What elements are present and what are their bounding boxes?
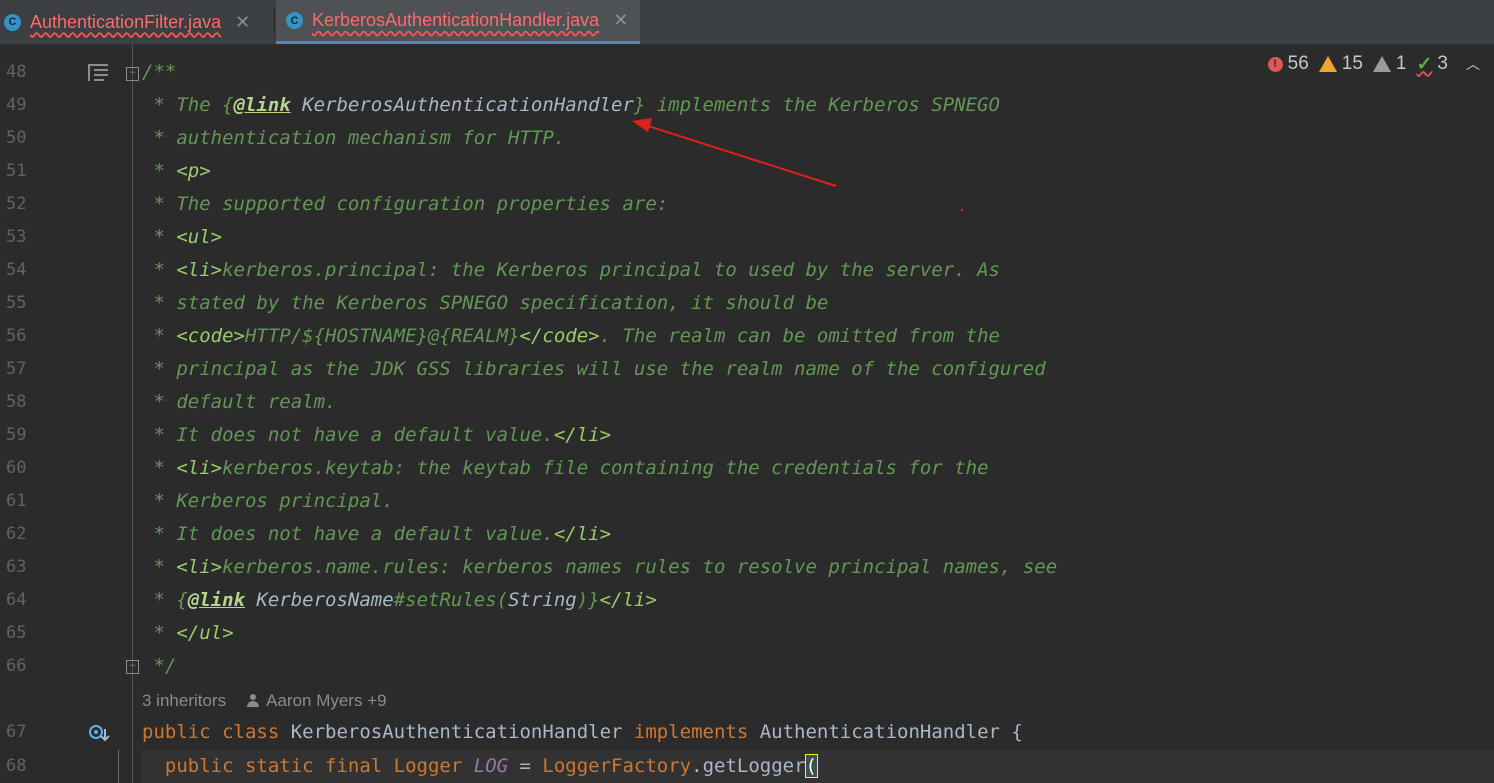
- line-number: 51: [6, 161, 27, 181]
- code-line-49[interactable]: * The {@link KerberosAuthenticationHandl…: [142, 89, 1000, 122]
- code-line-67[interactable]: public class KerberosAuthenticationHandl…: [142, 716, 1023, 749]
- inspections-widget[interactable]: ! 56 15 1 ✓ 3 ︿: [1267, 52, 1480, 76]
- warning-icon: [1318, 56, 1337, 72]
- line-number: 50: [6, 128, 27, 148]
- weak-warning-icon: [1372, 56, 1391, 72]
- fold-end-icon[interactable]: −: [126, 660, 139, 674]
- line-number: 52: [6, 194, 27, 214]
- close-icon[interactable]: ✕: [235, 12, 250, 33]
- tab-authentication-filter[interactable]: C AuthenticationFilter.java ✕: [4, 0, 250, 44]
- line-number: 49: [6, 95, 27, 115]
- line-number: 61: [6, 491, 27, 511]
- code-line-62[interactable]: * It does not have a default value.</li>: [142, 518, 611, 551]
- line-number: 62: [6, 524, 27, 544]
- warning-count[interactable]: 15: [1318, 53, 1363, 75]
- code-line-57[interactable]: * principal as the JDK GSS libraries wil…: [142, 353, 1045, 386]
- reader-mode-icon[interactable]: [88, 62, 108, 82]
- code-line-58[interactable]: * default realm.: [142, 386, 336, 419]
- check-icon: ✓: [1416, 53, 1433, 75]
- line-number: 65: [6, 623, 27, 643]
- code-line-66[interactable]: */: [142, 650, 176, 683]
- chevron-up-icon[interactable]: ︿: [1466, 54, 1480, 74]
- tab-label: KerberosAuthenticationHandler.java: [312, 10, 600, 30]
- ide-window: C AuthenticationFilter.java ✕ C Kerberos…: [0, 0, 1494, 783]
- line-number: 53: [6, 227, 27, 247]
- code-line-65[interactable]: * </ul>: [142, 617, 233, 650]
- line-number: 67: [6, 722, 27, 742]
- tab-label: AuthenticationFilter.java: [30, 11, 222, 32]
- line-number: 63: [6, 557, 27, 577]
- code-line-64[interactable]: * {@link KerberosName#setRules(String)}<…: [142, 584, 656, 617]
- line-number: 68: [6, 756, 27, 776]
- code-line-50[interactable]: * authentication mechanism for HTTP.: [142, 122, 565, 155]
- line-number: 56: [6, 326, 27, 346]
- code-line-56[interactable]: * <code>HTTP/${HOSTNAME}@{REALM}</code>.…: [142, 320, 1000, 353]
- code-line-63[interactable]: * <li>kerberos.name.rules: kerberos name…: [142, 551, 1057, 584]
- line-number: 58: [6, 392, 27, 412]
- java-class-icon: C: [286, 12, 303, 29]
- code-line-48[interactable]: /**: [142, 56, 176, 89]
- implementation-marker-icon[interactable]: [88, 723, 110, 745]
- java-class-icon: C: [4, 13, 21, 31]
- code-line-68[interactable]: public static final Logger LOG = LoggerF…: [142, 750, 819, 783]
- indent-guide: [118, 750, 119, 783]
- editor-tab-bar: C AuthenticationFilter.java ✕ C Kerberos…: [0, 0, 1494, 45]
- line-number: 48: [6, 62, 27, 82]
- line-number: 55: [6, 293, 27, 313]
- code-line-59[interactable]: * It does not have a default value.</li>: [142, 419, 611, 452]
- error-count[interactable]: ! 56: [1267, 53, 1309, 75]
- line-number: 66: [6, 656, 27, 676]
- code-line-55[interactable]: * stated by the Kerberos SPNEGO specific…: [142, 287, 828, 320]
- inheritors-link[interactable]: 3 inheritors: [142, 687, 226, 715]
- line-number: 60: [6, 458, 27, 478]
- code-line-54[interactable]: * <li>kerberos.principal: the Kerberos p…: [142, 254, 1000, 287]
- line-number: 57: [6, 359, 27, 379]
- weak-warning-count[interactable]: 1: [1372, 53, 1407, 75]
- tab-kerberos-authentication-handler[interactable]: C KerberosAuthenticationHandler.java ✕: [276, 0, 641, 44]
- code-line-52[interactable]: * The supported configuration properties…: [142, 188, 668, 221]
- error-icon: !: [1267, 56, 1283, 72]
- code-vision-hint[interactable]: 3 inheritors Aaron Myers +9: [142, 687, 387, 715]
- typo-count[interactable]: ✓ 3: [1417, 53, 1449, 76]
- code-line-60[interactable]: * <li>kerberos.keytab: the keytab file c…: [142, 452, 988, 485]
- tab-divider: [274, 6, 275, 38]
- line-number: 54: [6, 260, 27, 280]
- line-number: 59: [6, 425, 27, 445]
- authors-link[interactable]: Aaron Myers +9: [266, 687, 386, 715]
- user-icon: [246, 694, 260, 708]
- code-line-53[interactable]: * <ul>: [142, 221, 222, 254]
- line-number-gutter: 48 49 50 51 52 53 54 55 56 57 58 59 60 6…: [0, 44, 60, 783]
- close-icon[interactable]: ✕: [613, 10, 628, 31]
- code-line-51[interactable]: * <p>: [142, 155, 210, 188]
- line-number: 64: [6, 590, 27, 610]
- fold-collapse-icon[interactable]: −: [126, 67, 139, 81]
- code-line-61[interactable]: * Kerberos principal.: [142, 485, 393, 518]
